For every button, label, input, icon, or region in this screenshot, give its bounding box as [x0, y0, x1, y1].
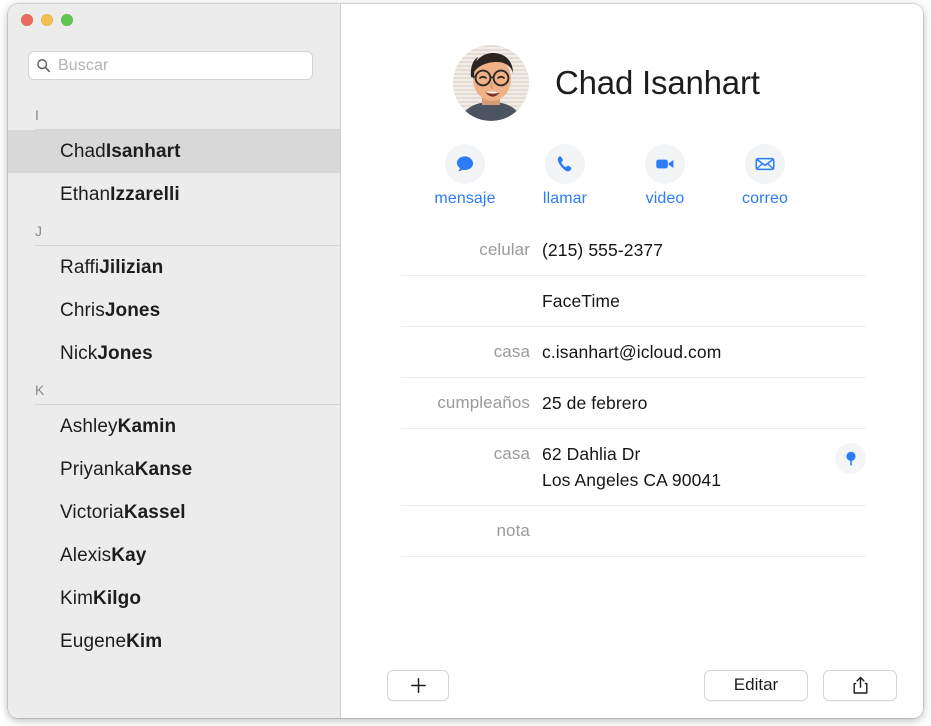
- list-item[interactable]: Raffi Jilizian: [8, 246, 340, 289]
- search-icon: [37, 59, 51, 73]
- field-label: casa: [493, 342, 530, 361]
- field-value-line: 62 Dahlia Dr: [542, 444, 641, 464]
- video-camera-icon[interactable]: [645, 144, 685, 184]
- contact-first-name: Raffi: [60, 256, 100, 278]
- app-window: IChad IsanhartEthan IzzarelliJRaffi Jili…: [8, 4, 923, 718]
- detail-toolbar: Editar: [341, 652, 923, 718]
- contacts-list[interactable]: I Chad Isanhart Ethan Izzarelli J Raffi Jili…: [8, 100, 340, 718]
- field-value-line: 25 de febrero: [542, 393, 648, 413]
- field-value[interactable]: 62 Dahlia Dr Los Angeles CA 90041: [542, 441, 866, 493]
- map-pin-icon: [845, 451, 856, 466]
- contact-last-name: Jones: [104, 299, 161, 321]
- contact-first-name: Ashley: [60, 415, 118, 437]
- field-value[interactable]: 25 de febrero: [542, 390, 866, 416]
- contact-first-name: Victoria: [60, 501, 124, 523]
- list-item[interactable]: Chad Isanhart: [8, 130, 340, 173]
- field-row[interactable]: nota: [401, 505, 866, 557]
- contact-last-name: Kanse: [134, 458, 193, 480]
- list-item[interactable]: Kim Kilgo: [8, 577, 340, 620]
- list-item[interactable]: Chris Jones: [8, 289, 340, 332]
- list-item[interactable]: Nick Jones: [8, 332, 340, 375]
- contact-header: Chad Isanhart: [341, 4, 923, 121]
- field-row[interactable]: celular (215) 555-2377: [401, 232, 866, 275]
- close-button[interactable]: [21, 14, 33, 26]
- field-label: celular: [479, 240, 530, 259]
- map-pin-button[interactable]: [835, 443, 866, 474]
- contact-last-name: Isanhart: [105, 140, 181, 162]
- field-row[interactable]: casa 62 Dahlia Dr Los Angeles CA 90041: [401, 428, 866, 505]
- section-header-i: I: [8, 100, 340, 130]
- field-value-line: FaceTime: [542, 291, 620, 311]
- field-label: casa: [493, 444, 530, 463]
- search-input[interactable]: [58, 56, 305, 75]
- contact-first-name: Alexis: [60, 544, 112, 566]
- contact-first-name: Kim: [60, 587, 94, 609]
- edit-button-label: Editar: [733, 675, 779, 694]
- search-field[interactable]: [28, 51, 313, 80]
- field-value[interactable]: (215) 555-2377: [542, 237, 866, 263]
- contact-last-name: Kassel: [123, 501, 186, 523]
- contact-detail-pane: Chad Isanhart mensaje llamar video correo c…: [341, 4, 923, 718]
- field-value[interactable]: FaceTime: [542, 288, 866, 314]
- contact-last-name: Izzarelli: [110, 183, 180, 205]
- share-icon: [853, 676, 867, 694]
- avatar[interactable]: [453, 45, 529, 121]
- list-item[interactable]: Victoria Kassel: [8, 491, 340, 534]
- add-contact-button[interactable]: [387, 669, 449, 701]
- action-label: video: [645, 190, 685, 207]
- field-label: nota: [496, 521, 530, 540]
- envelope-icon[interactable]: [745, 144, 785, 184]
- field-row[interactable]: FaceTime: [401, 275, 866, 326]
- section-header-k: K: [8, 375, 340, 405]
- field-row[interactable]: cumpleaños 25 de febrero: [401, 377, 866, 428]
- contact-first-name: Nick: [60, 342, 98, 364]
- contact-last-name: Jones: [97, 342, 153, 364]
- field-value-line: (215) 555-2377: [542, 240, 664, 260]
- field-label: cumpleaños: [437, 393, 530, 412]
- contact-last-name: Kim: [126, 630, 163, 652]
- action-label: correo: [742, 190, 788, 207]
- list-item[interactable]: Ashley Kamin: [8, 405, 340, 448]
- list-item[interactable]: Eugene Kim: [8, 620, 340, 663]
- field-value-line: Los Angeles CA 90041: [542, 470, 722, 490]
- message-bubble-icon[interactable]: [445, 144, 485, 184]
- contact-photo: [453, 45, 529, 121]
- window-controls: [21, 14, 73, 26]
- action-label: llamar: [542, 190, 588, 207]
- action-llamar[interactable]: llamar: [542, 144, 588, 208]
- section-header-j: J: [8, 216, 340, 246]
- contact-last-name: Kay: [111, 544, 147, 566]
- field-value[interactable]: c.isanhart@icloud.com: [542, 339, 866, 365]
- field-value-line: c.isanhart@icloud.com: [542, 342, 722, 362]
- action-mensaje[interactable]: mensaje: [434, 144, 495, 208]
- edit-button[interactable]: Editar: [704, 669, 808, 701]
- contact-first-name: Eugene: [60, 630, 127, 652]
- contact-last-name: Kilgo: [93, 587, 142, 609]
- action-video[interactable]: video: [645, 144, 685, 208]
- list-item[interactable]: Ethan Izzarelli: [8, 173, 340, 216]
- phone-icon[interactable]: [545, 144, 585, 184]
- contact-actions: mensaje llamar video correo: [341, 144, 923, 208]
- plus-icon: [410, 677, 426, 693]
- field-row[interactable]: casa c.isanhart@icloud.com: [401, 326, 866, 377]
- sidebar: IChad IsanhartEthan IzzarelliJRaffi Jili…: [8, 4, 341, 718]
- contact-last-name: Jilizian: [99, 256, 164, 278]
- list-item[interactable]: Alexis Kay: [8, 534, 340, 577]
- contact-fields: celular (215) 555-2377 FaceTime casa c.isanh…: [341, 232, 923, 557]
- share-button[interactable]: [823, 669, 897, 701]
- contacts-app-window: IChad IsanhartEthan IzzarelliJRaffi Jili…: [0, 0, 931, 726]
- contact-last-name: Kamin: [117, 415, 177, 437]
- action-label: mensaje: [434, 190, 496, 207]
- contact-first-name: Priyanka: [60, 458, 135, 480]
- contact-first-name: Chad: [60, 140, 106, 162]
- contact-first-name: Ethan: [60, 183, 111, 205]
- contact-name: Chad Isanhart: [555, 64, 760, 101]
- zoom-button[interactable]: [61, 14, 73, 26]
- minimize-button[interactable]: [41, 14, 53, 26]
- contact-first-name: Chris: [60, 299, 105, 321]
- action-correo[interactable]: correo: [742, 144, 788, 208]
- list-item[interactable]: Priyanka Kanse: [8, 448, 340, 491]
